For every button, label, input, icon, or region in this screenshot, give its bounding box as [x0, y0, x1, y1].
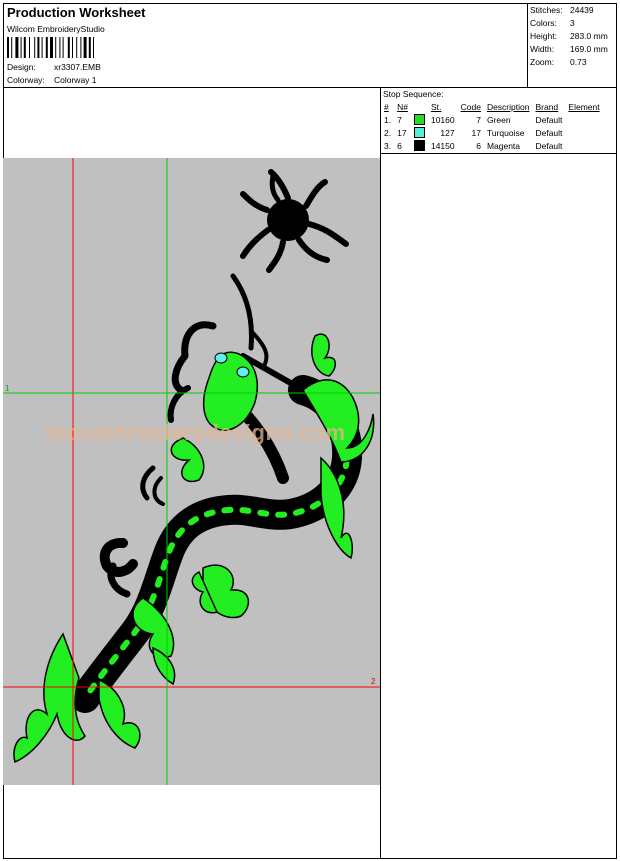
header-divider — [3, 87, 617, 88]
col-header-number: # — [384, 102, 389, 112]
design-preview: 1 2 — [3, 158, 380, 785]
design-file-name: xr3307.EMB — [54, 62, 101, 72]
table-row: 2. 17 127 17 Turquoise Default — [384, 127, 563, 139]
stat-colors: Colors: 3 — [530, 18, 575, 28]
sun-motif — [240, 169, 349, 273]
colorway-label: Colorway: — [7, 75, 45, 85]
watermark-text: topembroiderydesigns.com — [45, 420, 346, 445]
colorway-name: Colorway 1 — [54, 75, 97, 85]
col-header-description: Description — [486, 102, 530, 112]
stat-stitches: Stitches: 24439 — [530, 5, 594, 15]
col-header-needle: N# — [397, 102, 408, 112]
stop-sequence-table: # N# St. Code Description Brand Element … — [381, 101, 603, 152]
software-name: Wilcom EmbroideryStudio — [7, 24, 105, 34]
col-header-brand: Brand — [535, 102, 559, 112]
dragon-body — [70, 273, 363, 713]
stat-zoom: Zoom: 0.73 — [530, 57, 587, 67]
stat-width: Width: 169.0 mm — [530, 44, 608, 54]
guide-label-1: 1 — [5, 384, 10, 393]
table-header-row: # N# St. Code Description Brand Element — [381, 101, 603, 113]
dragon-flames — [13, 333, 375, 764]
color-swatch-black — [413, 140, 425, 152]
col-header-code: Code — [460, 102, 481, 112]
guide-label-2: 2 — [371, 677, 376, 686]
stats-divider — [527, 3, 528, 87]
dragon-embroidery-image — [3, 158, 380, 785]
barcode — [7, 37, 94, 58]
col-header-stitches: St. — [430, 102, 442, 112]
stat-height: Height: 283.0 mm — [530, 31, 608, 41]
stop-sequence-title: Stop Sequence: — [383, 89, 444, 99]
col-header-swatch — [411, 101, 428, 113]
design-label: Design: — [7, 62, 36, 72]
table-row: 1. 7 10160 7 Green Default — [384, 114, 563, 126]
col-header-element: Element — [568, 102, 600, 112]
color-swatch-green — [413, 114, 425, 126]
page-title: Production Worksheet — [7, 5, 146, 20]
column-divider — [380, 87, 381, 859]
stop-table-divider — [380, 153, 617, 154]
table-row: 3. 6 14150 6 Magenta Default — [384, 140, 563, 152]
color-swatch-turquoise — [413, 127, 425, 139]
